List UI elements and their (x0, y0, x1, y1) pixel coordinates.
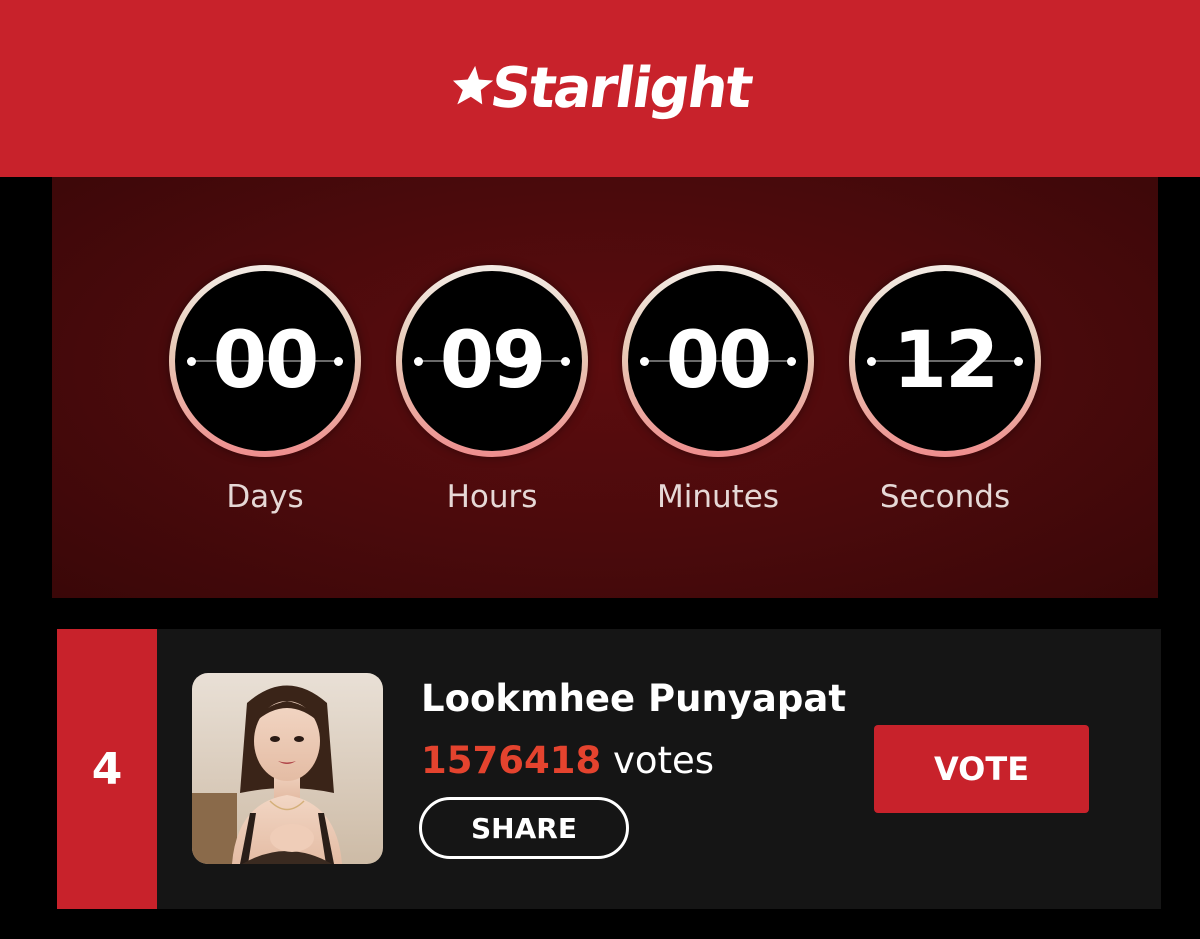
minutes-label: Minutes (656, 479, 780, 515)
dot-left (867, 356, 876, 366)
vote-count-line: 1576418 votes (421, 739, 714, 782)
countdown-ring: 00 (622, 265, 814, 457)
countdown-panel: 00 Days 09 Hours 00 Minutes 12 Seconds (52, 177, 1158, 598)
starlight-logo[interactable]: Starlight (445, 56, 756, 121)
countdown-ring: 09 (396, 265, 588, 457)
rank-badge: 4 (57, 629, 157, 909)
days-value: 00 (212, 316, 320, 406)
logo-text: Starlight (486, 56, 756, 121)
hours-value: 09 (439, 316, 547, 406)
contestant-card: 4 Lookmhee Punyapat 1576418 votes SHARE … (57, 629, 1161, 909)
countdown-circle: 09 (402, 271, 582, 451)
countdown-minutes: 00 Minutes (613, 265, 823, 515)
countdown-circle: 00 (628, 271, 808, 451)
contestant-photo[interactable] (192, 673, 383, 864)
seconds-value: 12 (892, 316, 1000, 406)
dot-right (1014, 356, 1023, 366)
countdown-ring: 00 (169, 265, 361, 457)
site-header: Starlight (0, 0, 1200, 177)
dot-left (187, 356, 196, 366)
dot-left (414, 356, 423, 366)
dot-left (640, 356, 649, 366)
vote-count: 1576418 (421, 739, 602, 782)
minutes-value: 00 (665, 316, 773, 406)
seconds-label: Seconds (879, 479, 1011, 515)
dot-right (561, 356, 570, 366)
countdown-ring: 12 (849, 265, 1041, 457)
dot-right (334, 356, 343, 366)
share-button[interactable]: SHARE (419, 797, 629, 859)
countdown-circle: 12 (855, 271, 1035, 451)
countdown-days: 00 Days (160, 265, 370, 515)
dot-right (787, 356, 796, 366)
days-label: Days (226, 479, 304, 515)
votes-label: votes (612, 739, 715, 782)
portrait-image (192, 673, 383, 864)
countdown-hours: 09 Hours (387, 265, 597, 515)
countdown-seconds: 12 Seconds (840, 265, 1050, 515)
vote-button[interactable]: VOTE (874, 725, 1089, 813)
countdown-circle: 00 (175, 271, 355, 451)
hours-label: Hours (446, 479, 538, 515)
contestant-name: Lookmhee Punyapat (421, 677, 847, 720)
